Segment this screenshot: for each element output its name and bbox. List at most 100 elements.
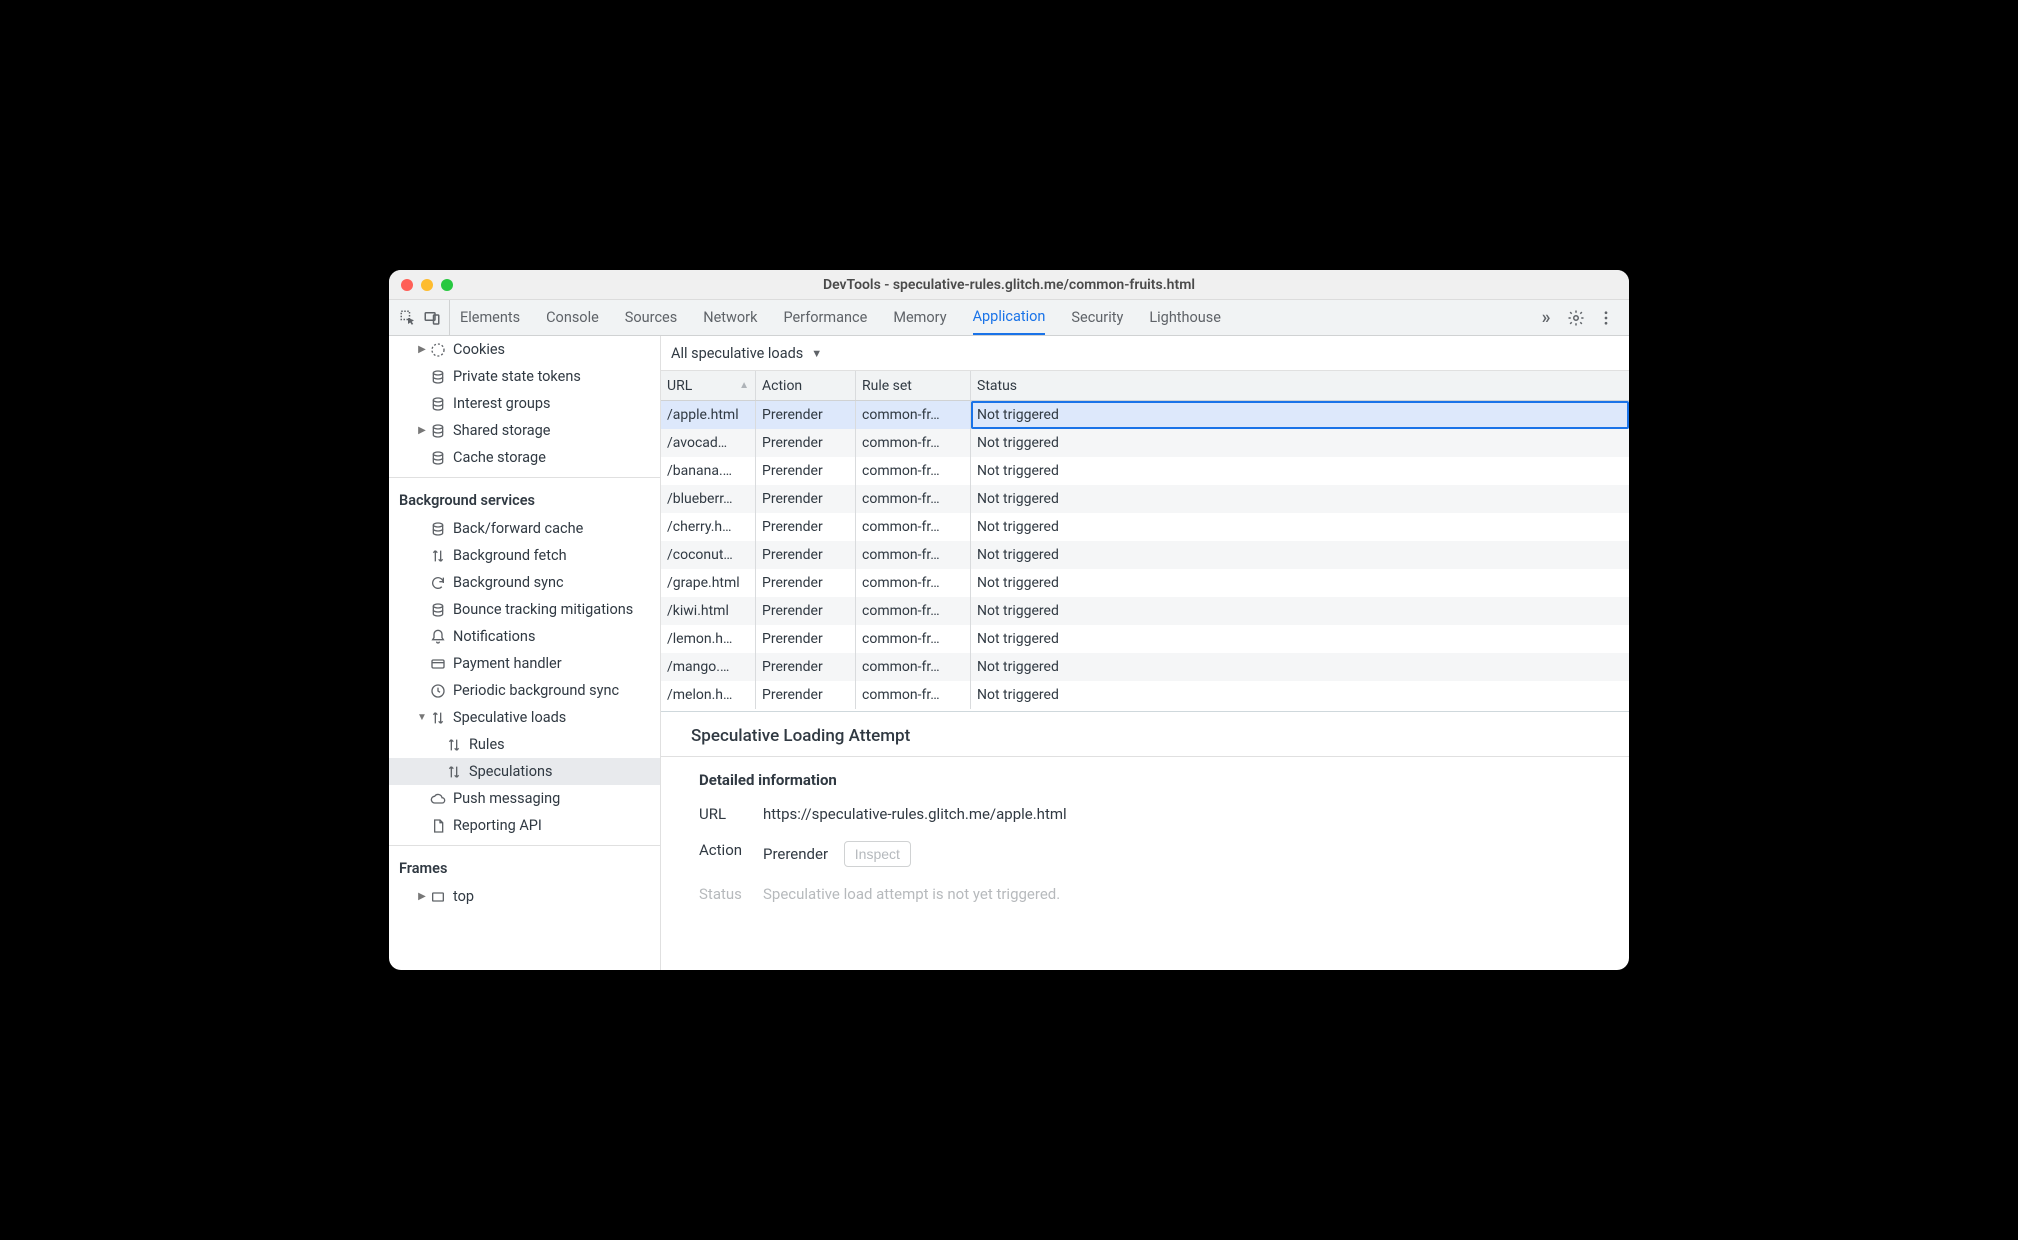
chevron-down-icon[interactable]: ▼ xyxy=(417,712,427,723)
speculations-grid: /apple.htmlPrerendercommon-fr…Not trigge… xyxy=(661,401,1629,711)
col-header-url[interactable]: URL ▲ xyxy=(661,371,756,400)
db-icon xyxy=(429,449,447,467)
table-row[interactable]: /mango.…Prerendercommon-fr…Not triggered xyxy=(661,653,1629,681)
sidebar-item-speculations[interactable]: Speculations xyxy=(389,758,660,785)
table-row[interactable]: /blueberr…Prerendercommon-fr…Not trigger… xyxy=(661,485,1629,513)
chevron-right-icon[interactable]: ▶ xyxy=(417,891,427,902)
db-icon xyxy=(429,395,447,413)
settings-gear-icon[interactable] xyxy=(1567,309,1585,327)
more-tabs-icon[interactable]: » xyxy=(1537,309,1555,327)
db-icon xyxy=(429,368,447,386)
sidebar-item-back-forward-cache[interactable]: Back/forward cache xyxy=(389,515,660,542)
kebab-menu-icon[interactable] xyxy=(1597,309,1615,327)
sidebar-item-background-fetch[interactable]: Background fetch xyxy=(389,542,660,569)
sidebar-item-cache-storage[interactable]: Cache storage xyxy=(389,444,660,471)
divider xyxy=(389,845,660,846)
cell-action: Prerender xyxy=(756,625,856,653)
cell-action: Prerender xyxy=(756,457,856,485)
main-panel: All speculative loads ▼ URL ▲ Action Rul… xyxy=(661,336,1629,970)
tab-application[interactable]: Application xyxy=(973,300,1046,335)
cell-status: Not triggered xyxy=(971,681,1629,709)
grid-header: URL ▲ Action Rule set Status xyxy=(661,371,1629,401)
cell-url: /coconut… xyxy=(661,541,756,569)
cell-url: /grape.html xyxy=(661,569,756,597)
cell-status: Not triggered xyxy=(971,429,1629,457)
col-header-action[interactable]: Action xyxy=(756,371,856,400)
table-row[interactable]: /avocad…Prerendercommon-fr…Not triggered xyxy=(661,429,1629,457)
chevron-right-icon[interactable]: ▶ xyxy=(417,425,427,436)
sidebar-item-periodic-background-sync[interactable]: Periodic background sync xyxy=(389,677,660,704)
sidebar-item-label: Back/forward cache xyxy=(453,520,583,537)
cloud-icon xyxy=(429,790,447,808)
main-tabbar: Elements Console Sources Network Performance… xyxy=(389,300,1629,336)
minimize-window-icon[interactable] xyxy=(421,279,433,291)
filter-dropdown[interactable]: All speculative loads ▼ xyxy=(661,336,1629,371)
sidebar-item-background-sync[interactable]: Background sync xyxy=(389,569,660,596)
tab-lighthouse[interactable]: Lighthouse xyxy=(1149,300,1221,335)
inspect-element-icon[interactable] xyxy=(399,309,417,327)
sidebar-item-notifications[interactable]: Notifications xyxy=(389,623,660,650)
detail-section-title: Detailed information xyxy=(699,771,1629,789)
detail-status-label: Status xyxy=(699,885,763,903)
cell-url: /melon.h… xyxy=(661,681,756,709)
table-row[interactable]: /apple.htmlPrerendercommon-fr…Not trigge… xyxy=(661,401,1629,429)
sidebar-item-shared-storage[interactable]: ▶ Shared storage xyxy=(389,417,660,444)
detail-panel: Speculative Loading Attempt Detailed inf… xyxy=(661,711,1629,970)
sidebar-item-payment-handler[interactable]: Payment handler xyxy=(389,650,660,677)
cell-action: Prerender xyxy=(756,681,856,709)
sync-icon xyxy=(429,574,447,592)
sidebar-item-rules[interactable]: Rules xyxy=(389,731,660,758)
table-row[interactable]: /cherry.h…Prerendercommon-fr…Not trigger… xyxy=(661,513,1629,541)
sidebar-item-cookies[interactable]: ▶Cookies xyxy=(389,336,660,363)
sidebar-item-top[interactable]: ▶top xyxy=(389,883,660,910)
cell-action: Prerender xyxy=(756,429,856,457)
tab-performance[interactable]: Performance xyxy=(783,300,867,335)
tab-elements[interactable]: Elements xyxy=(460,300,520,335)
sidebar-item-label: Notifications xyxy=(453,628,535,645)
application-sidebar: ▶CookiesPrivate state tokensInterest gro… xyxy=(389,336,661,970)
divider xyxy=(661,756,1629,757)
file-icon xyxy=(429,817,447,835)
divider xyxy=(389,477,660,478)
cookies-icon xyxy=(429,341,447,359)
table-row[interactable]: /coconut…Prerendercommon-fr…Not triggere… xyxy=(661,541,1629,569)
sidebar-item-reporting-api[interactable]: Reporting API xyxy=(389,812,660,839)
inspect-button[interactable]: Inspect xyxy=(844,841,911,867)
tab-console[interactable]: Console xyxy=(546,300,599,335)
col-header-ruleset[interactable]: Rule set xyxy=(856,371,971,400)
sidebar-item-label: Background sync xyxy=(453,574,564,591)
sidebar-item-label: Background fetch xyxy=(453,547,567,564)
device-toolbar-icon[interactable] xyxy=(423,309,441,327)
tab-security[interactable]: Security xyxy=(1071,300,1123,335)
table-row[interactable]: /lemon.h…Prerendercommon-fr…Not triggere… xyxy=(661,625,1629,653)
close-window-icon[interactable] xyxy=(401,279,413,291)
cell-url: /kiwi.html xyxy=(661,597,756,625)
chevron-right-icon[interactable]: ▶ xyxy=(417,344,427,355)
tab-network[interactable]: Network xyxy=(703,300,757,335)
sidebar-item-speculative-loads[interactable]: ▼Speculative loads xyxy=(389,704,660,731)
table-row[interactable]: /kiwi.htmlPrerendercommon-fr…Not trigger… xyxy=(661,597,1629,625)
sidebar-item-interest-groups[interactable]: Interest groups xyxy=(389,390,660,417)
zoom-window-icon[interactable] xyxy=(441,279,453,291)
content-area: ▶CookiesPrivate state tokensInterest gro… xyxy=(389,336,1629,970)
clock-icon xyxy=(429,682,447,700)
tab-sources[interactable]: Sources xyxy=(625,300,677,335)
sidebar-item-bounce-tracking-mitigations[interactable]: Bounce tracking mitigations xyxy=(389,596,660,623)
table-row[interactable]: /banana.…Prerendercommon-fr…Not triggere… xyxy=(661,457,1629,485)
cell-ruleset: common-fr… xyxy=(856,457,971,485)
sidebar-item-label: Bounce tracking mitigations xyxy=(453,601,633,618)
table-row[interactable]: /grape.htmlPrerendercommon-fr…Not trigge… xyxy=(661,569,1629,597)
sidebar-item-label: Shared storage xyxy=(453,422,550,439)
table-row[interactable]: /melon.h…Prerendercommon-fr…Not triggere… xyxy=(661,681,1629,709)
cell-action: Prerender xyxy=(756,653,856,681)
arrows-icon xyxy=(445,763,463,781)
sidebar-item-push-messaging[interactable]: Push messaging xyxy=(389,785,660,812)
col-header-status[interactable]: Status xyxy=(971,371,1629,400)
tab-memory[interactable]: Memory xyxy=(893,300,946,335)
sidebar-item-private-state-tokens[interactable]: Private state tokens xyxy=(389,363,660,390)
cell-action: Prerender xyxy=(756,513,856,541)
titlebar: DevTools - speculative-rules.glitch.me/c… xyxy=(389,270,1629,300)
cell-action: Prerender xyxy=(756,485,856,513)
detail-heading: Speculative Loading Attempt xyxy=(691,726,1629,746)
cell-ruleset: common-fr… xyxy=(856,485,971,513)
